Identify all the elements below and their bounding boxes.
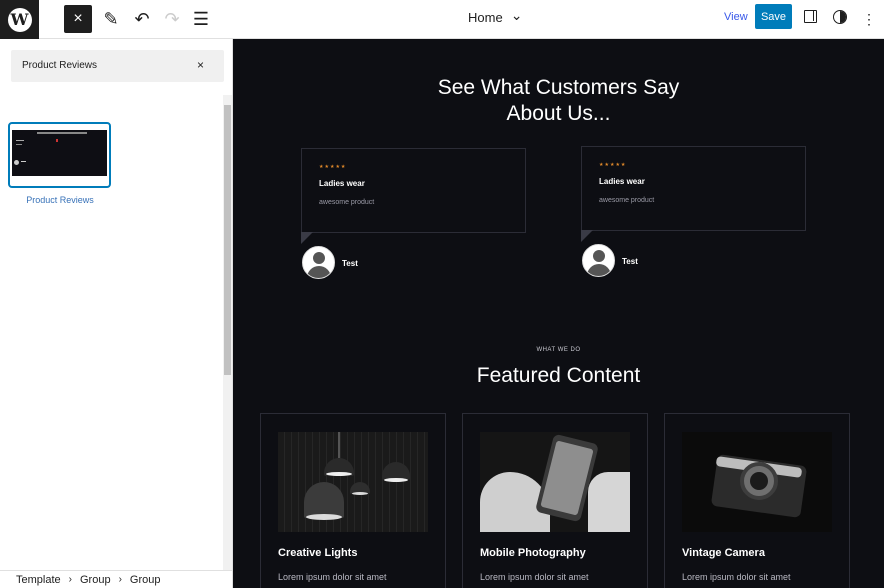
review-title: Ladies wear	[599, 177, 645, 186]
chevron-down-icon: ⌄	[510, 7, 523, 23]
testimonials-heading[interactable]: See What Customers Say About Us...	[233, 75, 884, 127]
undo-icon: ↶	[134, 8, 150, 29]
redo-icon: ↷	[164, 8, 180, 29]
pattern-preview-product-reviews[interactable]	[8, 122, 111, 188]
chevron-right-icon: ›	[118, 574, 122, 585]
card-text: Lorem ipsum dolor sit amet	[682, 572, 791, 582]
breadcrumb-item-group[interactable]: Group	[130, 574, 161, 586]
chevron-right-icon: ›	[68, 574, 72, 585]
search-value: Product Reviews	[22, 60, 98, 71]
block-breadcrumb: Template › Group › Group	[0, 570, 233, 588]
half-circle-icon	[840, 11, 846, 23]
pattern-thumbnail	[12, 130, 107, 176]
pencil-icon: ✎	[103, 8, 119, 29]
editor-canvas[interactable]: See What Customers Say About Us... ★★★★★…	[233, 39, 884, 588]
document-title: Home	[468, 10, 503, 25]
options-button[interactable]: ⋮	[855, 5, 883, 33]
more-vertical-icon: ⋮	[862, 10, 876, 27]
feature-card[interactable]: Creative Lights Lorem ipsum dolor sit am…	[260, 413, 446, 588]
card-title: Creative Lights	[278, 547, 358, 559]
pattern-label[interactable]: Product Reviews	[0, 195, 120, 205]
close-icon: ×	[73, 10, 83, 27]
review-card[interactable]: ★★★★★ Ladies wear awesome product	[581, 146, 806, 242]
review-card[interactable]: ★★★★★ Ladies wear awesome product	[301, 148, 526, 244]
close-inserter-button[interactable]: ×	[64, 5, 92, 33]
save-button[interactable]: Save	[755, 4, 792, 29]
phone-image	[480, 432, 630, 532]
breadcrumb-item-group[interactable]: Group	[80, 574, 111, 586]
wordpress-logo-button[interactable]: W	[0, 0, 39, 39]
lights-image	[278, 432, 428, 532]
undo-button[interactable]: ↶	[128, 5, 156, 33]
review-text: awesome product	[599, 197, 655, 204]
card-title: Vintage Camera	[682, 547, 765, 559]
wordpress-icon: W	[7, 7, 32, 32]
review-text: awesome product	[319, 199, 375, 206]
review-author: Test	[622, 257, 638, 266]
card-title: Mobile Photography	[480, 547, 586, 559]
star-rating: ★★★★★	[599, 162, 627, 168]
sidebar-toggle-icon	[812, 11, 814, 21]
section-eyebrow[interactable]: WHAT WE DO	[233, 347, 884, 353]
tools-button[interactable]: ✎	[97, 5, 125, 33]
star-rating: ★★★★★	[319, 164, 347, 170]
card-text: Lorem ipsum dolor sit amet	[278, 572, 387, 582]
view-button[interactable]: View	[724, 11, 748, 23]
review-author: Test	[342, 259, 358, 268]
editor-header: W × ✎ ↶ ↷ ☰ Home ⌄ View Save ⋮	[0, 0, 884, 39]
feature-card[interactable]: Vintage Camera Lorem ipsum dolor sit ame…	[664, 413, 850, 588]
styles-button[interactable]	[833, 10, 847, 24]
pattern-search-input[interactable]: Product Reviews ×	[11, 50, 224, 82]
heading-line-2: About Us...	[506, 102, 611, 125]
sidebar-scrollbar-thumb[interactable]	[224, 105, 231, 375]
review-title: Ladies wear	[319, 179, 365, 188]
breadcrumb-item-template[interactable]: Template	[16, 574, 61, 586]
document-title-button[interactable]: Home ⌄	[468, 7, 523, 25]
camera-image	[682, 432, 832, 532]
pattern-inserter-panel: Product Reviews × Product Reviews	[0, 39, 233, 588]
settings-button[interactable]	[804, 10, 817, 23]
list-view-icon: ☰	[192, 8, 210, 29]
avatar	[582, 244, 615, 277]
speech-tail	[301, 232, 313, 244]
avatar	[302, 246, 335, 279]
feature-card[interactable]: Mobile Photography Lorem ipsum dolor sit…	[462, 413, 648, 588]
speech-tail	[581, 230, 593, 242]
featured-heading[interactable]: Featured Content	[233, 364, 884, 388]
card-text: Lorem ipsum dolor sit amet	[480, 572, 589, 582]
heading-line-1: See What Customers Say	[437, 76, 680, 99]
clear-search-icon[interactable]: ×	[197, 58, 204, 72]
list-view-button[interactable]: ☰	[187, 5, 215, 33]
redo-button[interactable]: ↷	[158, 5, 186, 33]
